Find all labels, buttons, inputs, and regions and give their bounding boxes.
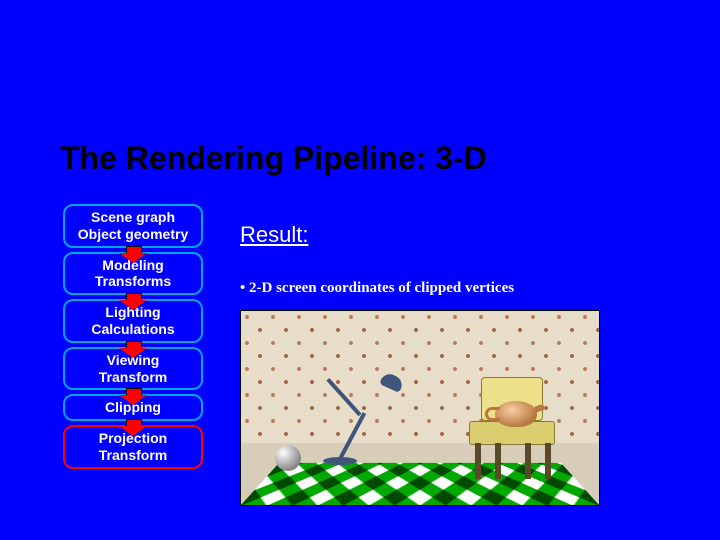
stage-line: Calculations	[71, 321, 195, 338]
result-bullet: • 2-D screen coordinates of clipped vert…	[240, 280, 514, 297]
render-illustration	[240, 310, 600, 506]
stage-scene-graph: Scene graph Object geometry	[63, 204, 203, 248]
stage-line: Transform	[71, 447, 195, 464]
stage-line: Transforms	[71, 273, 195, 290]
pipeline-column: Scene graph Object geometry Modeling Tra…	[58, 204, 208, 469]
stage-line: Object geometry	[71, 226, 195, 243]
chair-icon	[467, 377, 559, 477]
slide-title: The Rendering Pipeline: 3-D	[60, 140, 487, 177]
teapot-icon	[495, 401, 537, 427]
stage-line: Scene graph	[71, 209, 195, 226]
sphere-icon	[275, 445, 301, 471]
stage-line: Transform	[71, 369, 195, 386]
result-heading: Result:	[240, 222, 308, 248]
